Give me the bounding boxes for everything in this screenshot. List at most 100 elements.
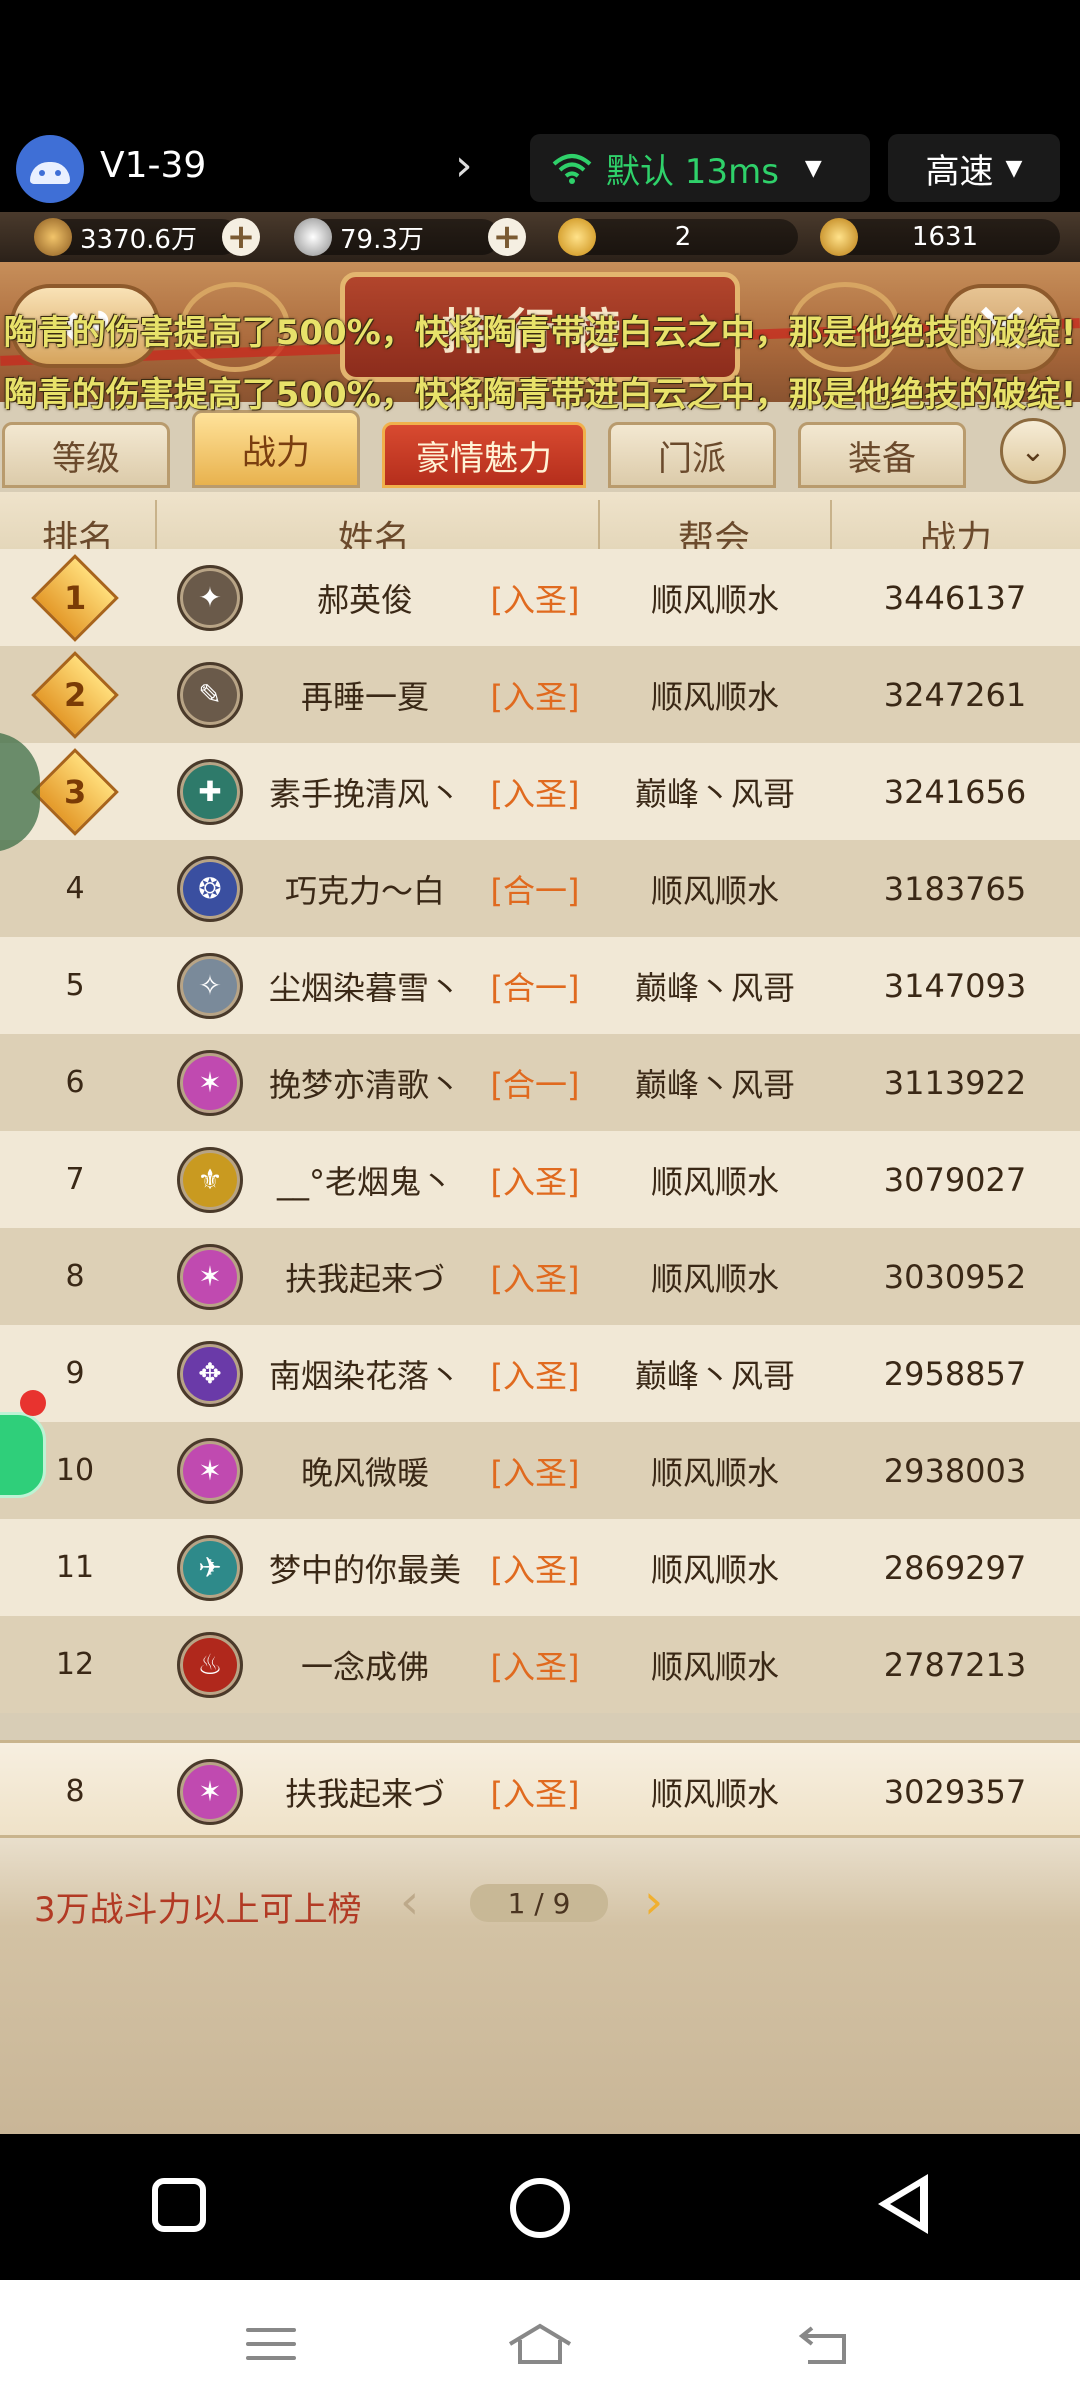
tab-level[interactable]: 等级 bbox=[2, 422, 170, 488]
home-icon[interactable] bbox=[506, 2322, 574, 2366]
recent-apps-icon[interactable] bbox=[152, 2178, 206, 2232]
add-silver-button[interactable]: + bbox=[488, 218, 526, 256]
avatar[interactable]: ⚜ bbox=[177, 1146, 243, 1213]
table-row[interactable]: 12 ♨ 一念成佛 [入圣] 顺风顺水 2787213 bbox=[0, 1616, 1080, 1713]
table-row[interactable]: 9 ✥ 南烟染花落丶 [入圣] 巅峰丶风哥 2958857 bbox=[0, 1325, 1080, 1422]
android-robot-icon[interactable] bbox=[16, 135, 84, 203]
realm-tag: [入圣] bbox=[490, 1647, 580, 1686]
silver-amount: 79.3万 bbox=[340, 224, 424, 255]
guild-name: 巅峰丶风哥 bbox=[634, 1065, 795, 1104]
power-value: 3183765 bbox=[883, 869, 1027, 908]
power-value: 3030952 bbox=[883, 1257, 1027, 1296]
avatar[interactable]: ✧ bbox=[177, 952, 243, 1019]
game-screen: 3370.6万 + 79.3万 + 2 1631 ↩ 排行榜 ✕ 等级 战力 豪… bbox=[0, 212, 1080, 2134]
rank-number: 4 bbox=[65, 871, 85, 906]
avatar-cell: ♨ bbox=[175, 1616, 245, 1713]
rank-number: 12 bbox=[55, 1647, 95, 1682]
tab-equipment[interactable]: 装备 bbox=[798, 422, 966, 488]
silver-ingot-icon bbox=[294, 218, 332, 256]
tab-charm[interactable]: 豪情魅力 bbox=[382, 422, 586, 488]
host-toolbar bbox=[0, 2280, 1080, 2408]
prev-page-icon[interactable]: ‹ bbox=[400, 1874, 419, 1930]
guild-name: 巅峰丶风哥 bbox=[634, 968, 795, 1007]
avatar[interactable]: ✦ bbox=[177, 564, 243, 631]
power-value: 3241656 bbox=[883, 772, 1027, 811]
copper-currency: 3370.6万 bbox=[34, 218, 240, 256]
power-value: 3079027 bbox=[883, 1160, 1027, 1199]
power-value: 3446137 bbox=[883, 578, 1027, 617]
avatar-cell: ❂ bbox=[175, 840, 245, 937]
avatar[interactable]: ✚ bbox=[177, 758, 243, 825]
table-row[interactable]: 10 ✶ 晚风微暖 [入圣] 顺风顺水 2938003 bbox=[0, 1422, 1080, 1519]
rank-number: 6 bbox=[65, 1065, 85, 1100]
avatar-cell: ✶ bbox=[175, 1228, 245, 1325]
avatar[interactable]: ♨ bbox=[177, 1631, 243, 1698]
avatar[interactable]: ✎ bbox=[177, 661, 243, 728]
power-value: 3113922 bbox=[883, 1063, 1027, 1102]
table-row[interactable]: 5 ✧ 尘烟染暮雪丶 [合一] 巅峰丶风哥 3147093 bbox=[0, 937, 1080, 1034]
avatar-cell: ✦ bbox=[175, 549, 245, 646]
avatar[interactable]: ✶ bbox=[177, 1437, 243, 1504]
table-row[interactable]: 2 ✎ 再睡一夏 [入圣] 顺风顺水 3247261 bbox=[0, 646, 1080, 743]
tab-sect[interactable]: 门派 bbox=[608, 422, 776, 488]
speed-selector[interactable]: 高速 ▼ bbox=[888, 134, 1060, 202]
network-label: 默认 13ms bbox=[606, 151, 779, 192]
page-indicator: 1 / 9 bbox=[470, 1884, 608, 1922]
table-row[interactable]: 7 ⚜ __°老烟鬼丶 [入圣] 顺风顺水 3079027 bbox=[0, 1131, 1080, 1228]
table-row[interactable]: 1 ✦ 郝英俊 [入圣] 顺风顺水 3446137 bbox=[0, 549, 1080, 646]
network-selector[interactable]: 默认 13ms ▼ bbox=[530, 134, 870, 202]
realm-tag: [合一] bbox=[490, 968, 580, 1007]
table-row[interactable]: 3 ✚ 素手挽清风丶 [入圣] 巅峰丶风哥 3241656 bbox=[0, 743, 1080, 840]
player-name: 再睡一夏 bbox=[300, 677, 429, 716]
power-value: 2938003 bbox=[883, 1451, 1027, 1490]
table-row[interactable]: 8 ✶ 扶我起来づ [入圣] 顺风顺水 3030952 bbox=[0, 1228, 1080, 1325]
power-value: 2787213 bbox=[883, 1645, 1027, 1684]
rank-number: 11 bbox=[55, 1550, 95, 1585]
avatar-cell: ✶ bbox=[175, 1422, 245, 1519]
guild-name: 顺风顺水 bbox=[650, 1453, 779, 1492]
table-row[interactable]: 4 ❂ 巧克力～白 [合一] 顺风顺水 3183765 bbox=[0, 840, 1080, 937]
power-value: 2869297 bbox=[883, 1548, 1027, 1587]
avatar-cell: ✈ bbox=[175, 1519, 245, 1616]
bronze-medal-icon: 3 bbox=[31, 747, 119, 836]
chevron-down-icon[interactable]: ⌄ bbox=[1000, 418, 1066, 484]
gold-medal-icon: 1 bbox=[31, 553, 119, 642]
device-name[interactable]: V1-39 bbox=[100, 145, 206, 186]
avatar[interactable]: ✈ bbox=[177, 1534, 243, 1601]
realm-tag: [入圣] bbox=[490, 1259, 580, 1298]
return-icon[interactable] bbox=[798, 2322, 850, 2366]
table-row[interactable]: 11 ✈ 梦中的你最美 [入圣] 顺风顺水 2869297 bbox=[0, 1519, 1080, 1616]
avatar[interactable]: ✶ bbox=[177, 1758, 243, 1825]
guild-name: 顺风顺水 bbox=[650, 1550, 779, 1589]
realm-tag: [入圣] bbox=[490, 580, 580, 619]
floating-assistant-icon[interactable] bbox=[0, 1412, 46, 1498]
home-circle-icon[interactable] bbox=[510, 2178, 570, 2238]
gold-amount: 2 bbox=[674, 222, 692, 252]
android-nav-bar bbox=[0, 2134, 1080, 2280]
copper-amount: 3370.6万 bbox=[80, 224, 197, 255]
gold-ingot-icon bbox=[558, 218, 596, 256]
my-rank-row[interactable]: 8 ✶ 扶我起来づ [入圣] 顺风顺水 3029357 bbox=[0, 1740, 1080, 1838]
table-row[interactable]: 6 ✶ 挽梦亦清歌丶 [合一] 巅峰丶风哥 3113922 bbox=[0, 1034, 1080, 1131]
guild-name: 巅峰丶风哥 bbox=[634, 1356, 795, 1395]
currency-bar: 3370.6万 + 79.3万 + 2 1631 bbox=[0, 212, 1080, 262]
avatar[interactable]: ❂ bbox=[177, 855, 243, 922]
avatar[interactable]: ✶ bbox=[177, 1243, 243, 1310]
rank-cell: 1 bbox=[0, 549, 150, 646]
avatar-cell: ✥ bbox=[175, 1325, 245, 1422]
avatar-cell: ✚ bbox=[175, 743, 245, 840]
realm-tag: [合一] bbox=[490, 871, 580, 910]
add-copper-button[interactable]: + bbox=[222, 218, 260, 256]
player-name: 挽梦亦清歌丶 bbox=[268, 1065, 461, 1104]
menu-icon[interactable] bbox=[246, 2328, 296, 2370]
guild-name: 顺风顺水 bbox=[650, 677, 779, 716]
next-page-icon[interactable]: › bbox=[644, 1874, 663, 1930]
avatar[interactable]: ✥ bbox=[177, 1340, 243, 1407]
avatar[interactable]: ✶ bbox=[177, 1049, 243, 1116]
system-notice: 陶青的伤害提高了500%，快将陶青带进白云之中，那是他绝技的破绽! bbox=[3, 375, 1077, 415]
realm-tag: [入圣] bbox=[490, 1453, 580, 1492]
silver-currency: 79.3万 bbox=[294, 218, 500, 256]
guild-name: 顺风顺水 bbox=[650, 580, 779, 619]
tab-combat-power[interactable]: 战力 bbox=[192, 410, 360, 488]
chevron-right-icon[interactable]: › bbox=[455, 140, 473, 191]
